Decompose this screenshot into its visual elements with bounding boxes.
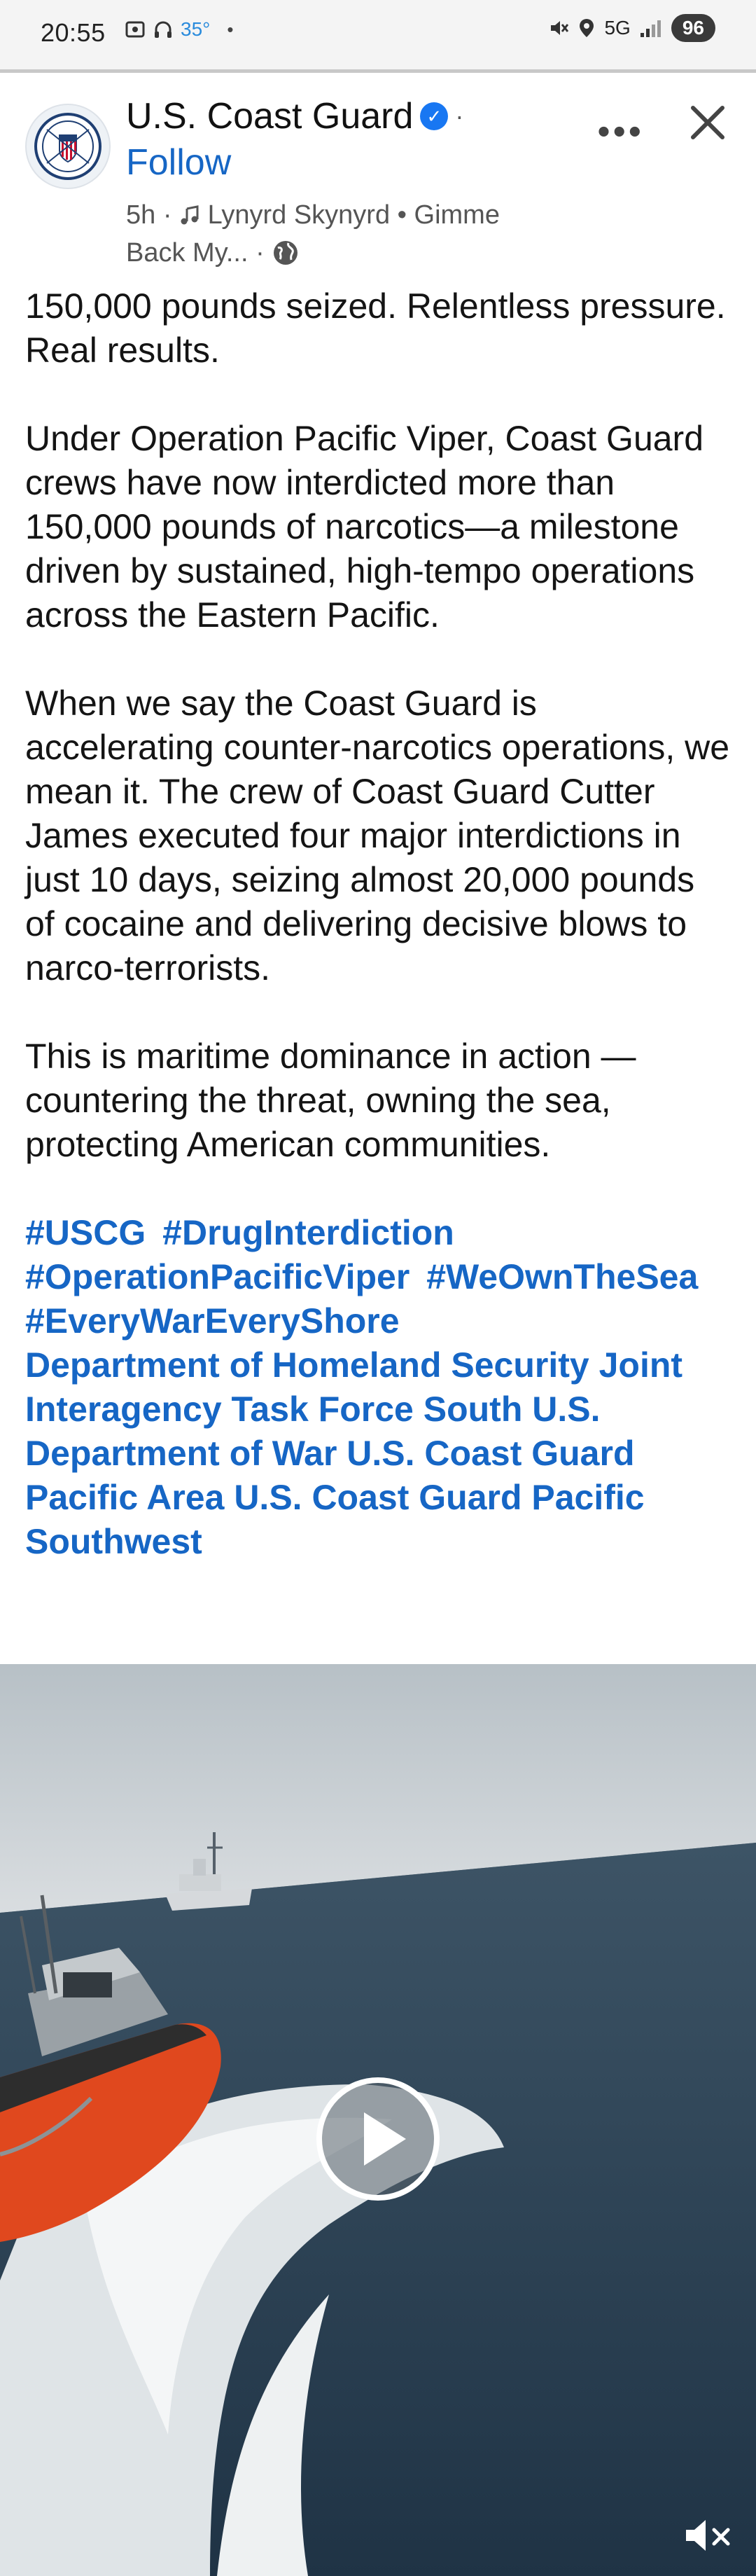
post-paragraph: This is maritime dominance in action — c… — [25, 1037, 636, 1164]
status-left-icons: 35° • — [125, 18, 233, 41]
verified-badge-icon: ✓ — [420, 102, 449, 130]
post-paragraph: When we say the Coast Guard is accelerat… — [25, 684, 730, 988]
globe-icon — [274, 241, 298, 265]
meta-separator-2: · — [255, 238, 265, 268]
location-icon — [580, 19, 594, 37]
post-paragraph: Under Operation Pacific Viper, Coast Gua… — [25, 419, 704, 635]
play-icon[interactable] — [315, 2076, 441, 2202]
mute-icon — [551, 21, 569, 35]
post-meta: 5h · Lynyrd Skynyrd • Gimme Back My... · — [126, 196, 546, 272]
avatar[interactable] — [25, 104, 111, 189]
hashtag-link[interactable]: #USCG — [25, 1213, 146, 1252]
video-player[interactable] — [0, 1664, 756, 2576]
more-options-icon[interactable]: ••• — [597, 111, 644, 153]
status-temperature: 35° — [181, 18, 211, 40]
status-dot: • — [227, 18, 234, 40]
author-name[interactable]: U.S. Coast Guard — [126, 95, 413, 137]
headphones-icon — [155, 21, 172, 38]
hashtag-link[interactable]: #EveryWarEveryShore — [25, 1301, 400, 1341]
follow-button[interactable]: Follow — [126, 141, 231, 183]
music-note-icon — [181, 205, 199, 225]
coast-guard-seal-icon — [34, 113, 102, 180]
close-icon[interactable] — [683, 98, 732, 147]
status-time: 20:55 — [41, 18, 106, 47]
post-paragraph: 150,000 pounds seized. Relentless pressu… — [25, 286, 726, 370]
author-name-row[interactable]: U.S. Coast Guard ✓ · — [126, 95, 463, 137]
volume-muted-icon[interactable] — [682, 2514, 738, 2556]
battery-indicator: 96 — [671, 14, 715, 42]
name-separator: · — [455, 102, 464, 130]
hashtag-link[interactable]: #DrugInterdiction — [162, 1213, 454, 1252]
hashtag-list: #USCG #DrugInterdiction #OperationPacifi… — [25, 1211, 732, 1564]
network-label: 5G — [604, 17, 631, 39]
mentions-links[interactable]: Department of Homeland Security Joint In… — [25, 1345, 682, 1561]
status-right-icons: 5G 96 — [548, 14, 715, 42]
hashtag-link[interactable]: #WeOwnTheSea — [426, 1257, 698, 1296]
hashtag-link[interactable]: #OperationPacificViper — [25, 1257, 410, 1296]
status-bar: 20:55 35° • 5G 96 — [0, 0, 756, 73]
screenshot-icon — [125, 21, 145, 38]
meta-separator: · — [162, 200, 172, 230]
post-time[interactable]: 5h — [126, 200, 155, 230]
post-body: 150,000 pounds seized. Relentless pressu… — [25, 284, 732, 1564]
post-header: U.S. Coast Guard ✓ · Follow 5h · Lynyrd … — [0, 78, 756, 282]
signal-icon — [640, 20, 661, 37]
